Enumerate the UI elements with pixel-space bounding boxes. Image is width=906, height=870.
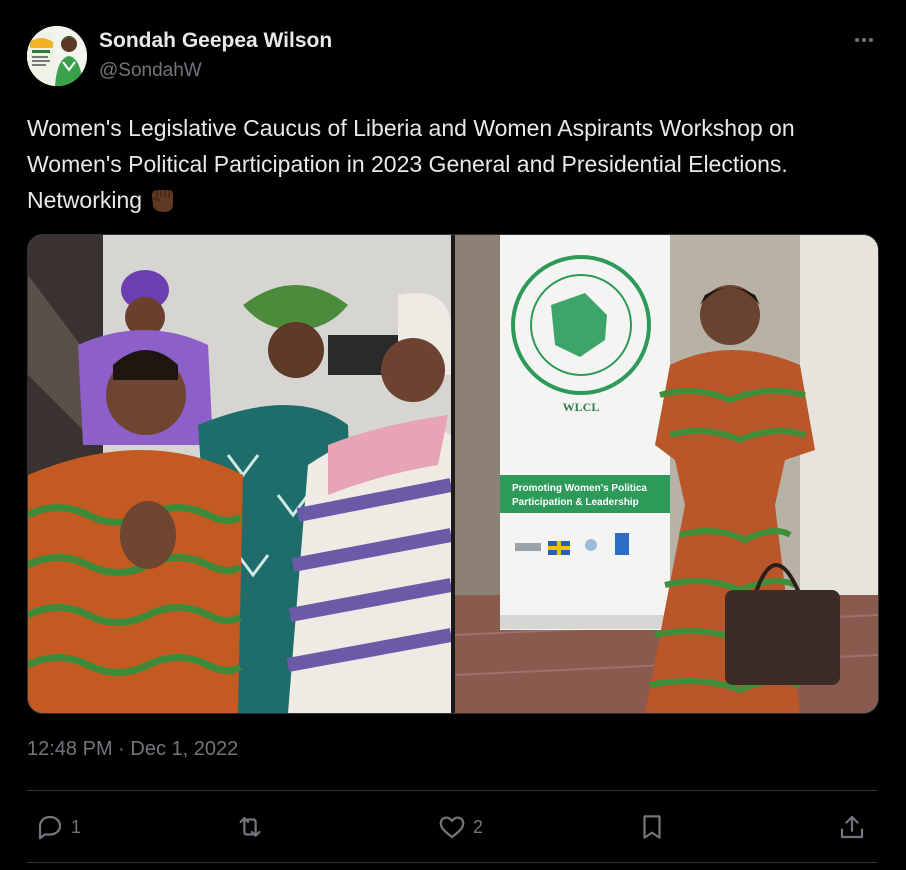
bookmark-icon: [643, 815, 661, 839]
share-icon: [840, 815, 864, 839]
raised-fist-icon: [151, 190, 174, 212]
reply-icon: [38, 815, 62, 840]
like-button[interactable]: 2: [437, 810, 483, 844]
tweet-timestamp[interactable]: 12:48 PM · Dec 1, 2022: [27, 738, 238, 761]
reply-count: 1: [71, 816, 82, 837]
woman-with-banner-photo[interactable]: WLCL Promoting Women's Politica Particip…: [454, 235, 878, 713]
bookmark-button[interactable]: [637, 810, 667, 844]
tweet-text: Women's Legislative Caucus of Liberia an…: [27, 110, 877, 218]
repost-icon: [239, 817, 261, 837]
reply-button[interactable]: 1: [35, 810, 81, 844]
author-name[interactable]: Sondah Geepea Wilson: [99, 29, 332, 53]
divider-top: [27, 790, 877, 791]
banner-tagline-1: Promoting Women's Politica: [512, 483, 647, 494]
banner-tagline-2: Participation & Leadership: [512, 497, 639, 508]
author-handle[interactable]: @SondahW: [99, 60, 202, 82]
banner-seal-label: WLCL: [563, 400, 600, 414]
divider-bottom: [27, 862, 877, 863]
heart-icon: [439, 816, 465, 839]
tweet-body: Women's Legislative Caucus of Liberia an…: [27, 115, 795, 213]
share-button[interactable]: [837, 810, 867, 844]
repost-button[interactable]: [235, 810, 271, 844]
avatar[interactable]: [27, 26, 87, 86]
group-of-women-photo[interactable]: [28, 235, 453, 713]
action-bar: 1 2: [27, 800, 877, 854]
tweet-media[interactable]: WLCL Promoting Women's Politica Particip…: [27, 234, 879, 714]
more-options-icon[interactable]: [850, 28, 878, 52]
like-count: 2: [473, 816, 484, 837]
